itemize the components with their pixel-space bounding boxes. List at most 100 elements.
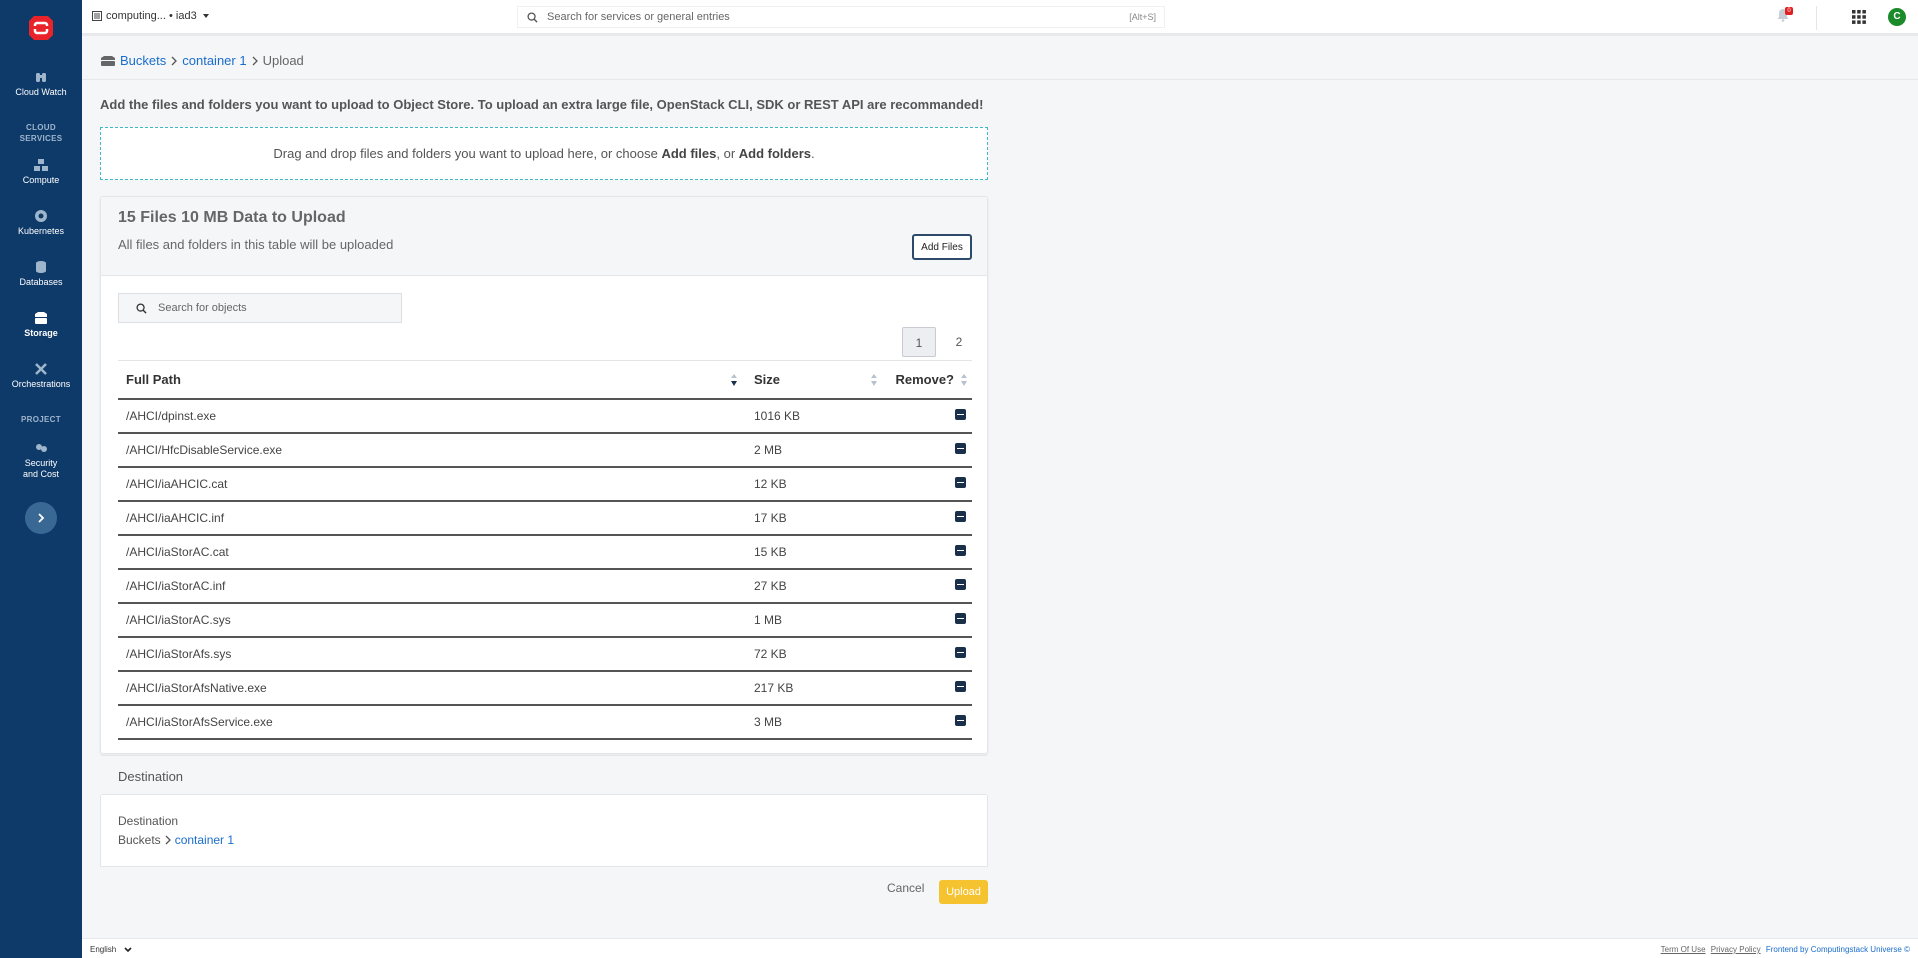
remove-cell (886, 466, 972, 502)
remove-cell (886, 398, 972, 434)
add-folders-link[interactable]: Add folders (739, 146, 811, 161)
add-files-button[interactable]: Add Files (912, 234, 972, 260)
pagination: 1 2 (902, 327, 976, 357)
remove-file-button[interactable] (955, 612, 966, 624)
sidebar-item-orchestrations[interactable]: Orchestrations (0, 362, 82, 389)
sidebar-item-cloud-watch[interactable]: Cloud Watch (0, 70, 82, 97)
file-path: /AHCI/iaStorAfs.sys (118, 636, 746, 672)
caret-down-icon (202, 14, 209, 18)
remove-file-button[interactable] (955, 510, 966, 522)
expand-sidebar-button[interactable] (25, 502, 57, 534)
destination-container-link[interactable]: container 1 (175, 833, 234, 847)
remove-cell (886, 636, 972, 672)
column-label: Size (754, 371, 781, 387)
sidebar-item-label: Compute (22, 175, 60, 185)
sidebar-item-label: Cloud Watch (15, 87, 67, 97)
sidebar: Cloud Watch CLOUD SERVICES Compute Kuber… (0, 0, 82, 958)
file-size: 1 MB (746, 602, 886, 638)
file-size: 2 MB (746, 432, 886, 468)
storage-icon (34, 311, 48, 325)
remove-cell (886, 534, 972, 570)
page-button-1[interactable]: 1 (902, 327, 936, 357)
file-size: 72 KB (746, 636, 886, 672)
remove-cell (886, 432, 972, 468)
remove-file-button[interactable] (955, 714, 966, 726)
sort-icon (871, 374, 877, 386)
upload-card: 15 Files 10 MB Data to Upload All files … (100, 196, 988, 795)
security-icon (34, 441, 48, 455)
destination-root: Buckets (118, 833, 161, 847)
file-path: /AHCI/iaStorAC.sys (118, 602, 746, 638)
table-row: /AHCI/iaStorAC.inf 27 KB (118, 568, 972, 604)
file-path: /AHCI/dpinst.exe (118, 398, 746, 434)
buckets-icon (101, 55, 115, 66)
file-path: /AHCI/iaStorAC.inf (118, 568, 746, 604)
sidebar-item-label: Databases (19, 277, 63, 287)
cancel-button[interactable]: Cancel (887, 881, 924, 895)
remove-cell (886, 670, 972, 706)
destination-panel: Destination Buckets container 1 (100, 795, 988, 867)
logo-icon[interactable] (28, 14, 54, 42)
dropzone[interactable]: Drag and drop files and folders you want… (100, 127, 988, 180)
destination-header: Destination (101, 755, 987, 795)
chevron-down-icon (124, 946, 132, 952)
upload-button[interactable]: Upload (939, 880, 988, 904)
project-selector[interactable]: computing... • iad3 (92, 10, 211, 22)
breadcrumb-container-link[interactable]: container 1 (182, 53, 246, 68)
search-icon (136, 302, 147, 314)
sidebar-item-security-and-cost[interactable]: Security and Cost (0, 441, 82, 480)
file-size: 12 KB (746, 466, 886, 502)
file-path: /AHCI/iaStorAC.cat (118, 534, 746, 570)
terms-link[interactable]: Term Of Use (1661, 945, 1706, 954)
language-selector[interactable]: English (90, 945, 132, 954)
remove-file-button[interactable] (955, 408, 966, 420)
file-size: 217 KB (746, 670, 886, 706)
global-search-input[interactable] (547, 11, 1130, 23)
remove-file-button[interactable] (955, 476, 966, 488)
footer-links: Term Of Use Privacy Policy Frontend by C… (1658, 945, 1910, 954)
remove-cell (886, 704, 972, 740)
remove-file-button[interactable] (955, 646, 966, 658)
global-search[interactable]: [Alt+S] (517, 6, 1165, 28)
compute-icon (34, 158, 48, 172)
apps-grid-button[interactable] (1852, 10, 1866, 24)
project-name: computing... • iad3 (106, 10, 197, 22)
sidebar-item-storage[interactable]: Storage (0, 311, 82, 338)
notification-badge: 0 (1785, 7, 1793, 15)
upload-summary-title: 15 Files 10 MB Data to Upload (118, 209, 346, 226)
sidebar-item-compute[interactable]: Compute (0, 158, 82, 185)
object-search-input[interactable] (158, 302, 401, 314)
table-row: /AHCI/iaStorAfsService.exe 3 MB (118, 704, 972, 740)
remove-file-button[interactable] (955, 680, 966, 692)
upload-summary-subtitle: All files and folders in this table will… (118, 237, 394, 252)
file-path: /AHCI/iaStorAfsService.exe (118, 704, 746, 740)
chevron-right-icon (252, 56, 258, 65)
privacy-link[interactable]: Privacy Policy (1711, 945, 1761, 954)
breadcrumb-buckets-link[interactable]: Buckets (120, 53, 166, 68)
column-header-size[interactable]: Size (746, 360, 886, 400)
avatar[interactable]: C (1888, 8, 1906, 26)
sidebar-item-label: Security and Cost (22, 458, 60, 479)
sidebar-item-databases[interactable]: Databases (0, 260, 82, 287)
section-label: SERVICES (19, 134, 63, 143)
sidebar-item-label: Storage (24, 328, 58, 338)
remove-file-button[interactable] (955, 544, 966, 556)
chevron-right-icon (165, 835, 171, 845)
remove-file-button[interactable] (955, 578, 966, 590)
add-files-link[interactable]: Add files (661, 146, 716, 161)
notifications-button[interactable]: 0 (1776, 7, 1793, 24)
language-label: English (90, 945, 117, 954)
table-row: /AHCI/iaStorAC.sys 1 MB (118, 602, 972, 638)
column-header-full-path[interactable]: Full Path (118, 360, 746, 400)
sidebar-item-kubernetes[interactable]: Kubernetes (0, 209, 82, 236)
upload-files-table: Full Path Size Remove? /AHCI/dpinst.exe 1… (118, 360, 972, 740)
upload-card-header: 15 Files 10 MB Data to Upload All files … (101, 197, 987, 276)
file-path: /AHCI/iaAHCIC.inf (118, 500, 746, 536)
table-row: /AHCI/iaStorAfs.sys 72 KB (118, 636, 972, 672)
column-header-remove[interactable]: Remove? (886, 360, 972, 400)
remove-file-button[interactable] (955, 442, 966, 454)
file-size: 27 KB (746, 568, 886, 604)
file-size: 15 KB (746, 534, 886, 570)
object-search[interactable] (118, 293, 402, 323)
page-button-2[interactable]: 2 (942, 327, 976, 357)
